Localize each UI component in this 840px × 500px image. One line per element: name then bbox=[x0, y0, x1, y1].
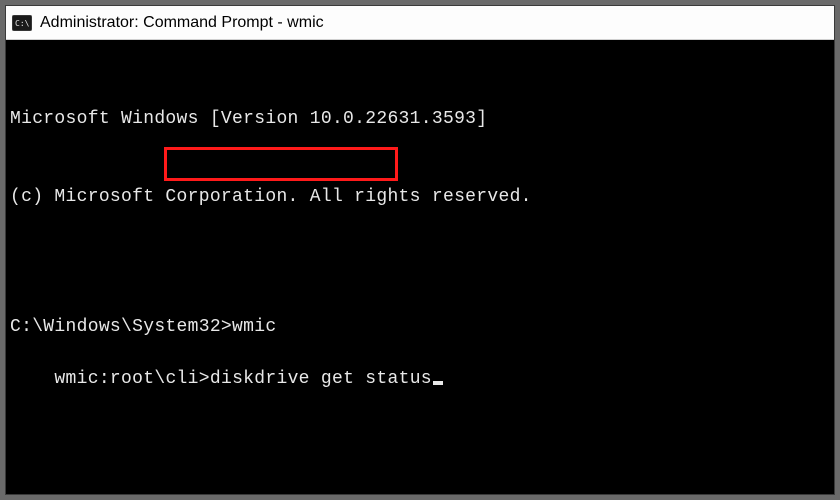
titlebar[interactable]: C:\ Administrator: Command Prompt - wmic bbox=[6, 6, 834, 40]
command-prompt-window: C:\ Administrator: Command Prompt - wmic… bbox=[5, 5, 835, 495]
terminal-prompt-line: wmic:root\cli>diskdrive get status bbox=[54, 366, 442, 392]
cmd-icon: C:\ bbox=[12, 14, 32, 32]
prompt-path: wmic:root\cli> bbox=[54, 369, 209, 389]
terminal-prompt-line: C:\Windows\System32>wmic bbox=[10, 314, 830, 340]
terminal-output: Microsoft Windows [Version 10.0.22631.35… bbox=[10, 106, 830, 132]
prompt-path: C:\Windows\System32> bbox=[10, 317, 232, 337]
typed-command: diskdrive get status bbox=[210, 369, 432, 389]
cursor bbox=[433, 381, 443, 385]
terminal-area[interactable]: Microsoft Windows [Version 10.0.22631.35… bbox=[6, 40, 834, 422]
terminal-output: (c) Microsoft Corporation. All rights re… bbox=[10, 184, 830, 210]
svg-text:C:\: C:\ bbox=[15, 19, 30, 28]
window-title: Administrator: Command Prompt - wmic bbox=[40, 14, 324, 32]
typed-command: wmic bbox=[232, 317, 276, 337]
